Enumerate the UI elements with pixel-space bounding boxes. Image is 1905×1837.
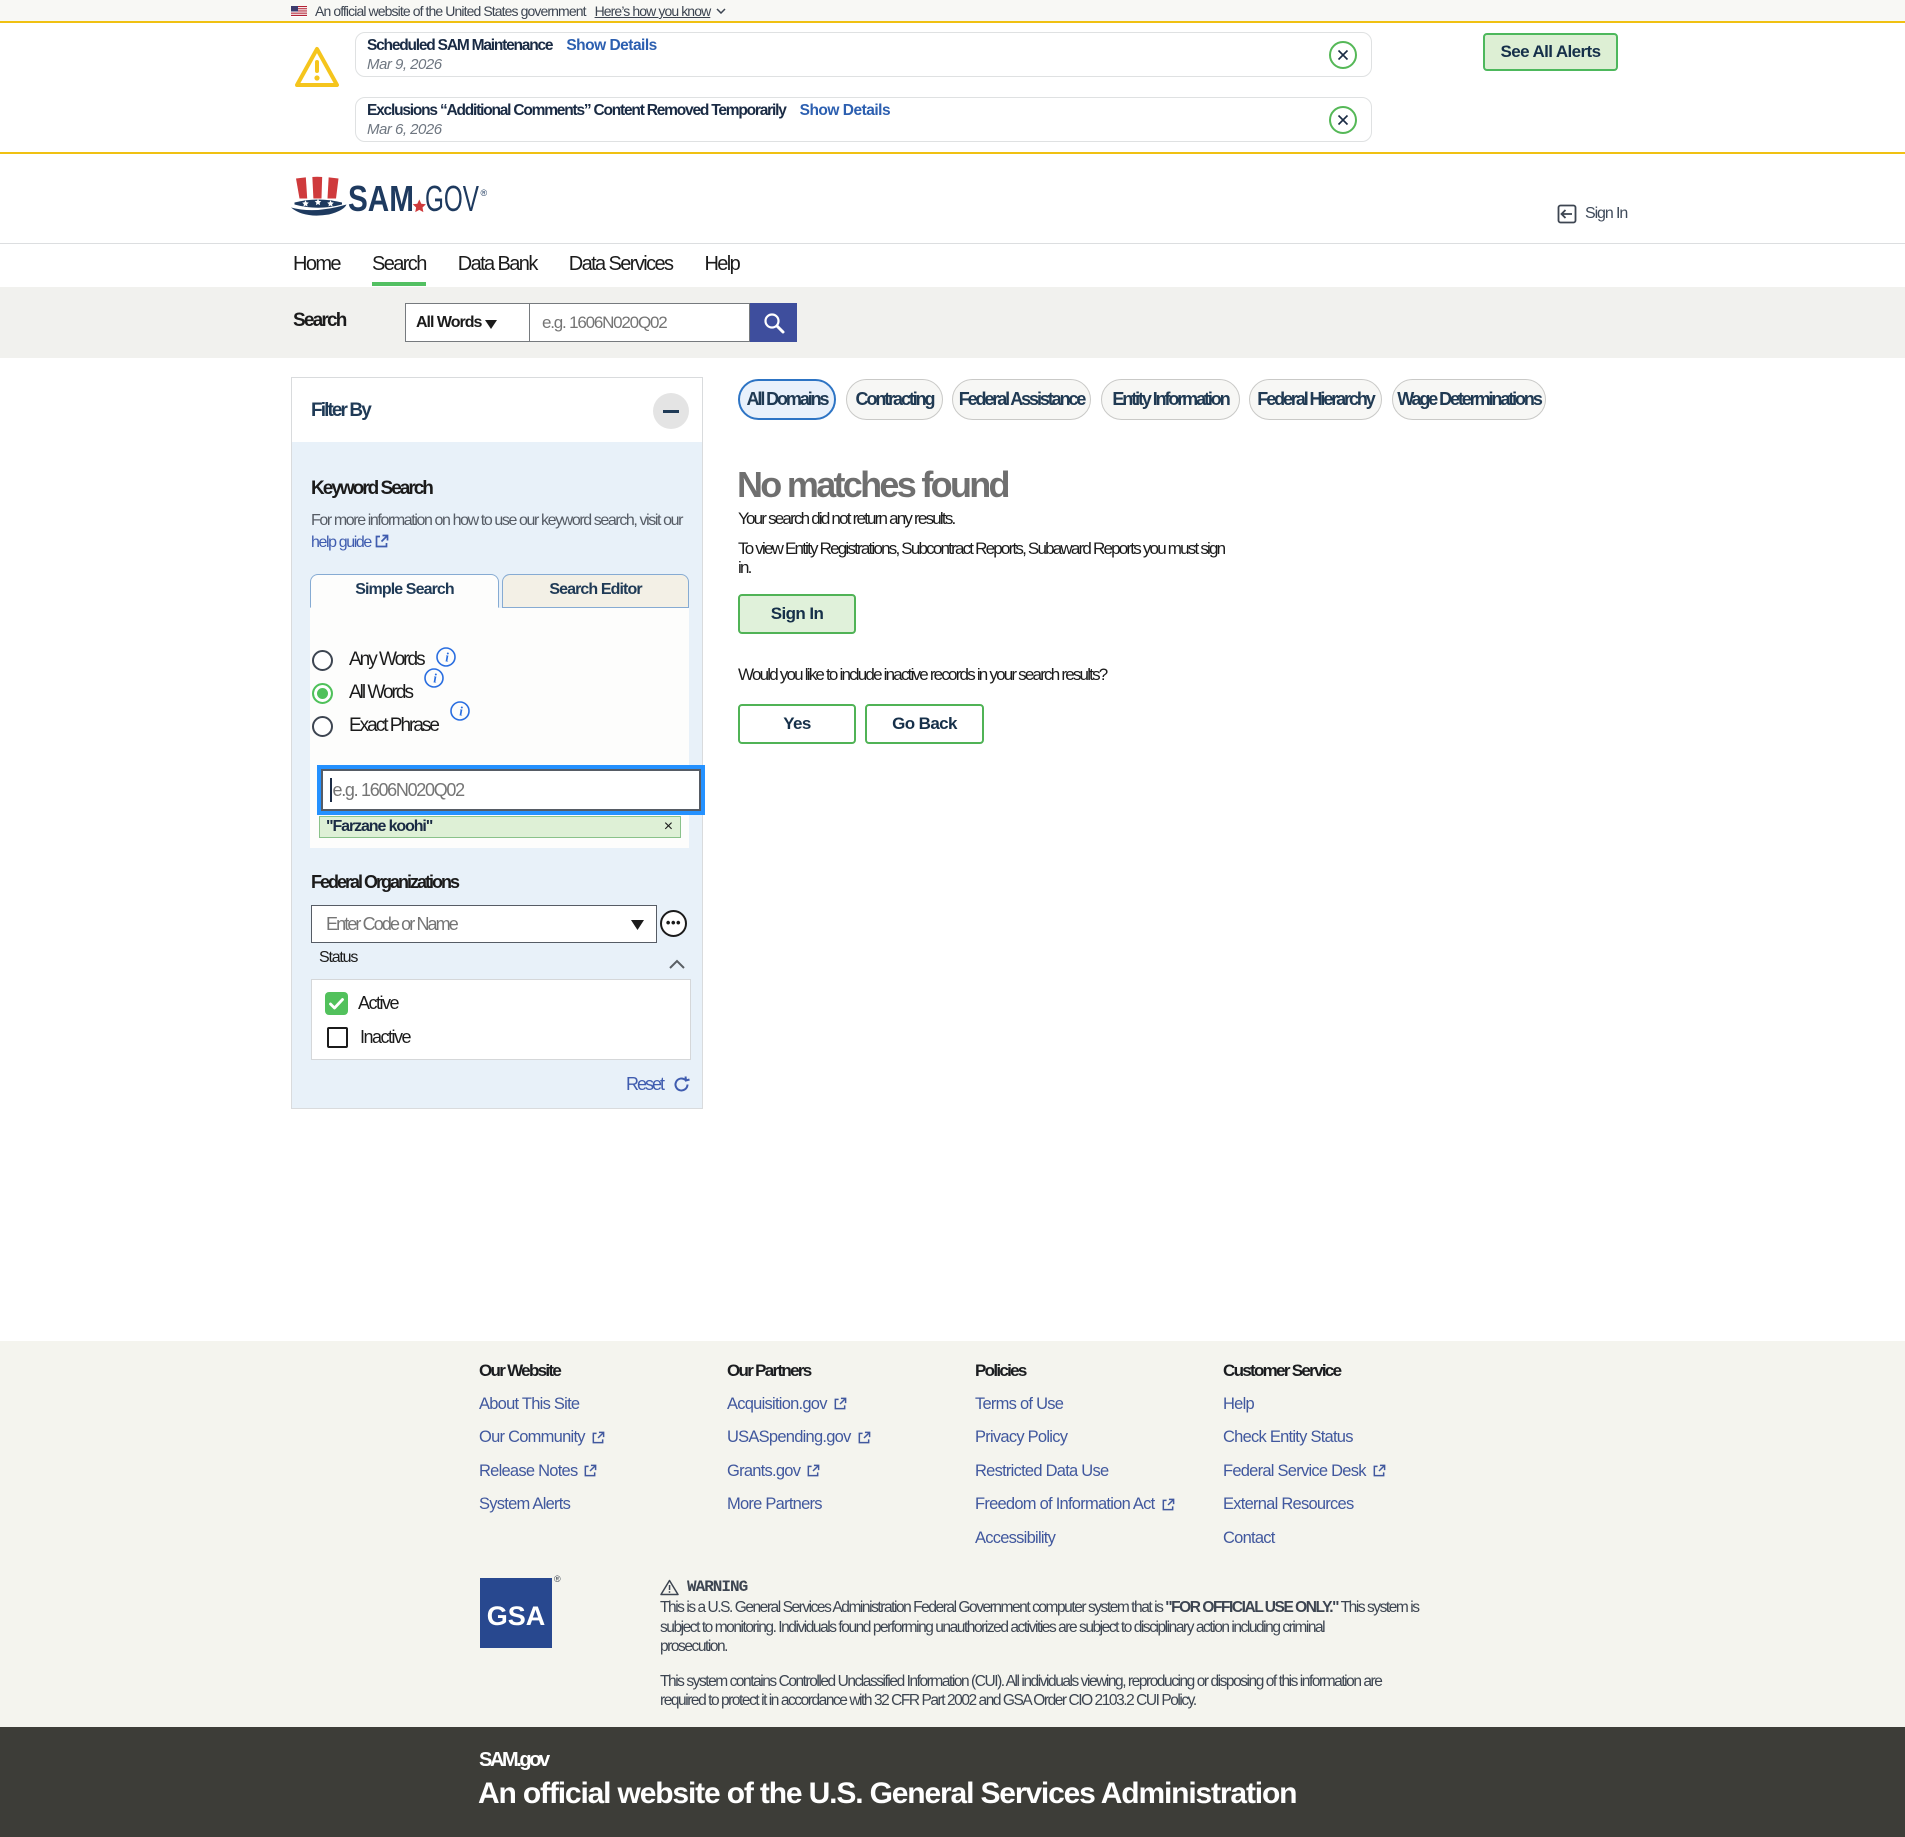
svg-text:i: i: [433, 671, 437, 686]
svg-text:SAM: SAM: [348, 178, 414, 217]
svg-text:®: ®: [481, 188, 488, 198]
svg-text:GOV: GOV: [425, 178, 479, 217]
svg-text:i: i: [459, 704, 463, 719]
svg-text:i: i: [445, 650, 449, 665]
